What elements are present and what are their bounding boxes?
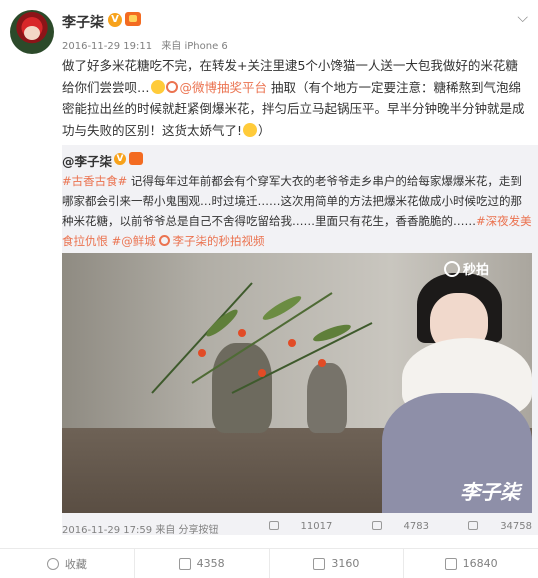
vip-badge-icon: [125, 12, 141, 26]
link-icon: [165, 80, 178, 93]
repost-button-count: 4358: [196, 557, 225, 570]
post-text-end: ）: [258, 122, 271, 138]
repost-source: 来自 分享按钮: [155, 525, 219, 536]
video-icon: [159, 235, 171, 246]
repost-meta: 2016-11-29 17:59 来自 分享按钮: [62, 521, 219, 536]
comment-button[interactable]: 3160: [270, 549, 405, 578]
location-tag[interactable]: #@鲜城: [112, 234, 156, 248]
comment-button-count: 3160: [331, 557, 360, 570]
favorite-label: 收藏: [64, 557, 87, 571]
thumbs-up-icon: [444, 557, 457, 570]
repost-username[interactable]: @李子柒: [62, 151, 112, 170]
chevron-down-icon[interactable]: ⌵: [517, 10, 528, 26]
comment-count[interactable]: 4783: [354, 521, 429, 532]
repost-body: 记得每年过年前都会有个穿军大衣的老爷爷走乡串户的给每家爆爆米花，走到哪家都会引来…: [62, 174, 522, 228]
like-count[interactable]: 34758: [450, 521, 532, 532]
lottery-link[interactable]: @微博抽奖平台: [165, 79, 268, 95]
verified-badge-icon: V: [114, 153, 126, 165]
video-link-label: 李子柒的秒拍视频: [172, 234, 265, 248]
post-username[interactable]: 李子柒: [62, 12, 104, 32]
verified-badge-icon: V: [108, 13, 122, 27]
post-meta: 2016-11-29 19:11 来自 iPhone 6: [62, 37, 234, 52]
favorite-button[interactable]: 收藏: [0, 549, 135, 578]
comment-icon: [313, 557, 326, 570]
like-icon: [468, 521, 479, 530]
repost-icon: [268, 521, 279, 530]
action-bar: 收藏 4358 3160 16840: [0, 548, 538, 578]
video-link[interactable]: 李子柒的秒拍视频: [159, 234, 264, 248]
video-watermark-label: 秒拍: [463, 263, 490, 278]
vip-badge-icon: [129, 152, 143, 165]
miaopai-logo-icon: [444, 261, 460, 277]
reposted-weibo: @李子柒 V #古香古食# 记得每年过年前都会有个穿军大衣的老爷爷走乡串户的给每…: [62, 145, 538, 536]
like-button-count: 16840: [462, 557, 498, 570]
like-button[interactable]: 16840: [404, 549, 538, 578]
like-count-value: 34758: [500, 521, 532, 532]
repost-button[interactable]: 4358: [135, 549, 270, 578]
video-signature: 李子柒: [460, 480, 520, 504]
repost-date[interactable]: 2016-11-29 17:59: [62, 525, 152, 536]
repost-icon: [178, 557, 191, 570]
comment-count-value: 4783: [403, 521, 429, 532]
lottery-link-label: @微博抽奖平台: [179, 79, 268, 95]
cat-emoji-icon: [243, 122, 258, 137]
post-text: 做了好多米花糖吃不完，在转发+关注里逮5个小馋猫一人送一大包我做好的米花糖给你们…: [62, 55, 530, 141]
avatar[interactable]: [10, 10, 54, 54]
repost-count-value: 11017: [300, 521, 333, 532]
repost-text: #古香古食# 记得每年过年前都会有个穿军大衣的老爷爷走乡串户的给每家爆爆米花，走…: [62, 171, 532, 251]
weibo-post: 李子柒 V ⌵ 2016-11-29 19:11 来自 iPhone 6 做了好…: [0, 0, 538, 578]
laugh-emoji-icon: [150, 79, 165, 94]
video-branches: [151, 282, 373, 394]
repost-count[interactable]: 11017: [251, 521, 333, 532]
post-date[interactable]: 2016-11-29 19:11: [62, 41, 152, 52]
topic-tag-gu-xiang[interactable]: #古香古食#: [62, 174, 127, 188]
comment-icon: [371, 521, 382, 530]
video-player[interactable]: 秒拍 李子柒: [62, 253, 532, 513]
post-source: 来自 iPhone 6: [161, 41, 228, 52]
video-watermark: 秒拍: [444, 259, 489, 278]
repost-stats: 11017 4783 34758: [233, 521, 532, 532]
star-icon: [46, 557, 59, 570]
repost-footer: 2016-11-29 17:59 来自 分享按钮 11017 4783 3475…: [62, 521, 532, 536]
